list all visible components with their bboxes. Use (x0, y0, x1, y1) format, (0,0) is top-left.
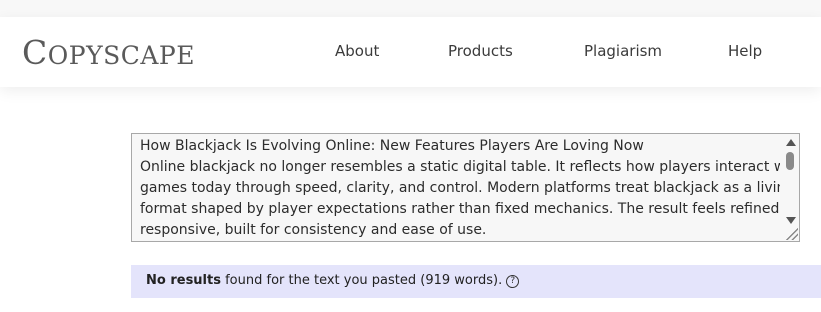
scroll-up-arrow-icon[interactable] (786, 139, 796, 146)
scrollbar-thumb[interactable] (786, 152, 794, 170)
text-line: Online blackjack no longer resembles a s… (140, 159, 780, 175)
resize-grip-icon[interactable] (786, 228, 798, 240)
textarea-scrollbar[interactable] (782, 134, 799, 241)
text-line: format shaped by player expectations rat… (140, 201, 780, 217)
nav-about[interactable]: About (335, 42, 379, 60)
results-message: No results found for the text you pasted… (146, 273, 520, 288)
pasted-text-area[interactable]: How Blackjack Is Evolving Online: New Fe… (131, 133, 800, 242)
nav-help[interactable]: Help (728, 42, 762, 60)
text-line: games today through speed, clarity, and … (140, 180, 780, 196)
nav-products[interactable]: Products (448, 42, 513, 60)
help-icon[interactable]: ? (506, 275, 520, 288)
scroll-down-arrow-icon[interactable] (786, 217, 796, 224)
top-band (0, 0, 821, 17)
site-header: COPYSCAPE About Products Plagiarism Help (0, 17, 821, 87)
logo-text: OPYSCAPE (47, 41, 195, 70)
logo-initial: C (22, 33, 48, 72)
pasted-text-content[interactable]: How Blackjack Is Evolving Online: New Fe… (140, 136, 780, 241)
results-banner: No results found for the text you pasted… (131, 265, 821, 298)
nav-plagiarism[interactable]: Plagiarism (584, 42, 662, 60)
results-detail: found for the text you pasted (919 words… (220, 273, 503, 288)
copyscape-logo[interactable]: COPYSCAPE (22, 33, 195, 72)
no-results-label: No results (146, 273, 221, 288)
text-line: How Blackjack Is Evolving Online: New Fe… (140, 138, 644, 154)
text-line: responsive, built for consistency and ea… (140, 222, 487, 238)
